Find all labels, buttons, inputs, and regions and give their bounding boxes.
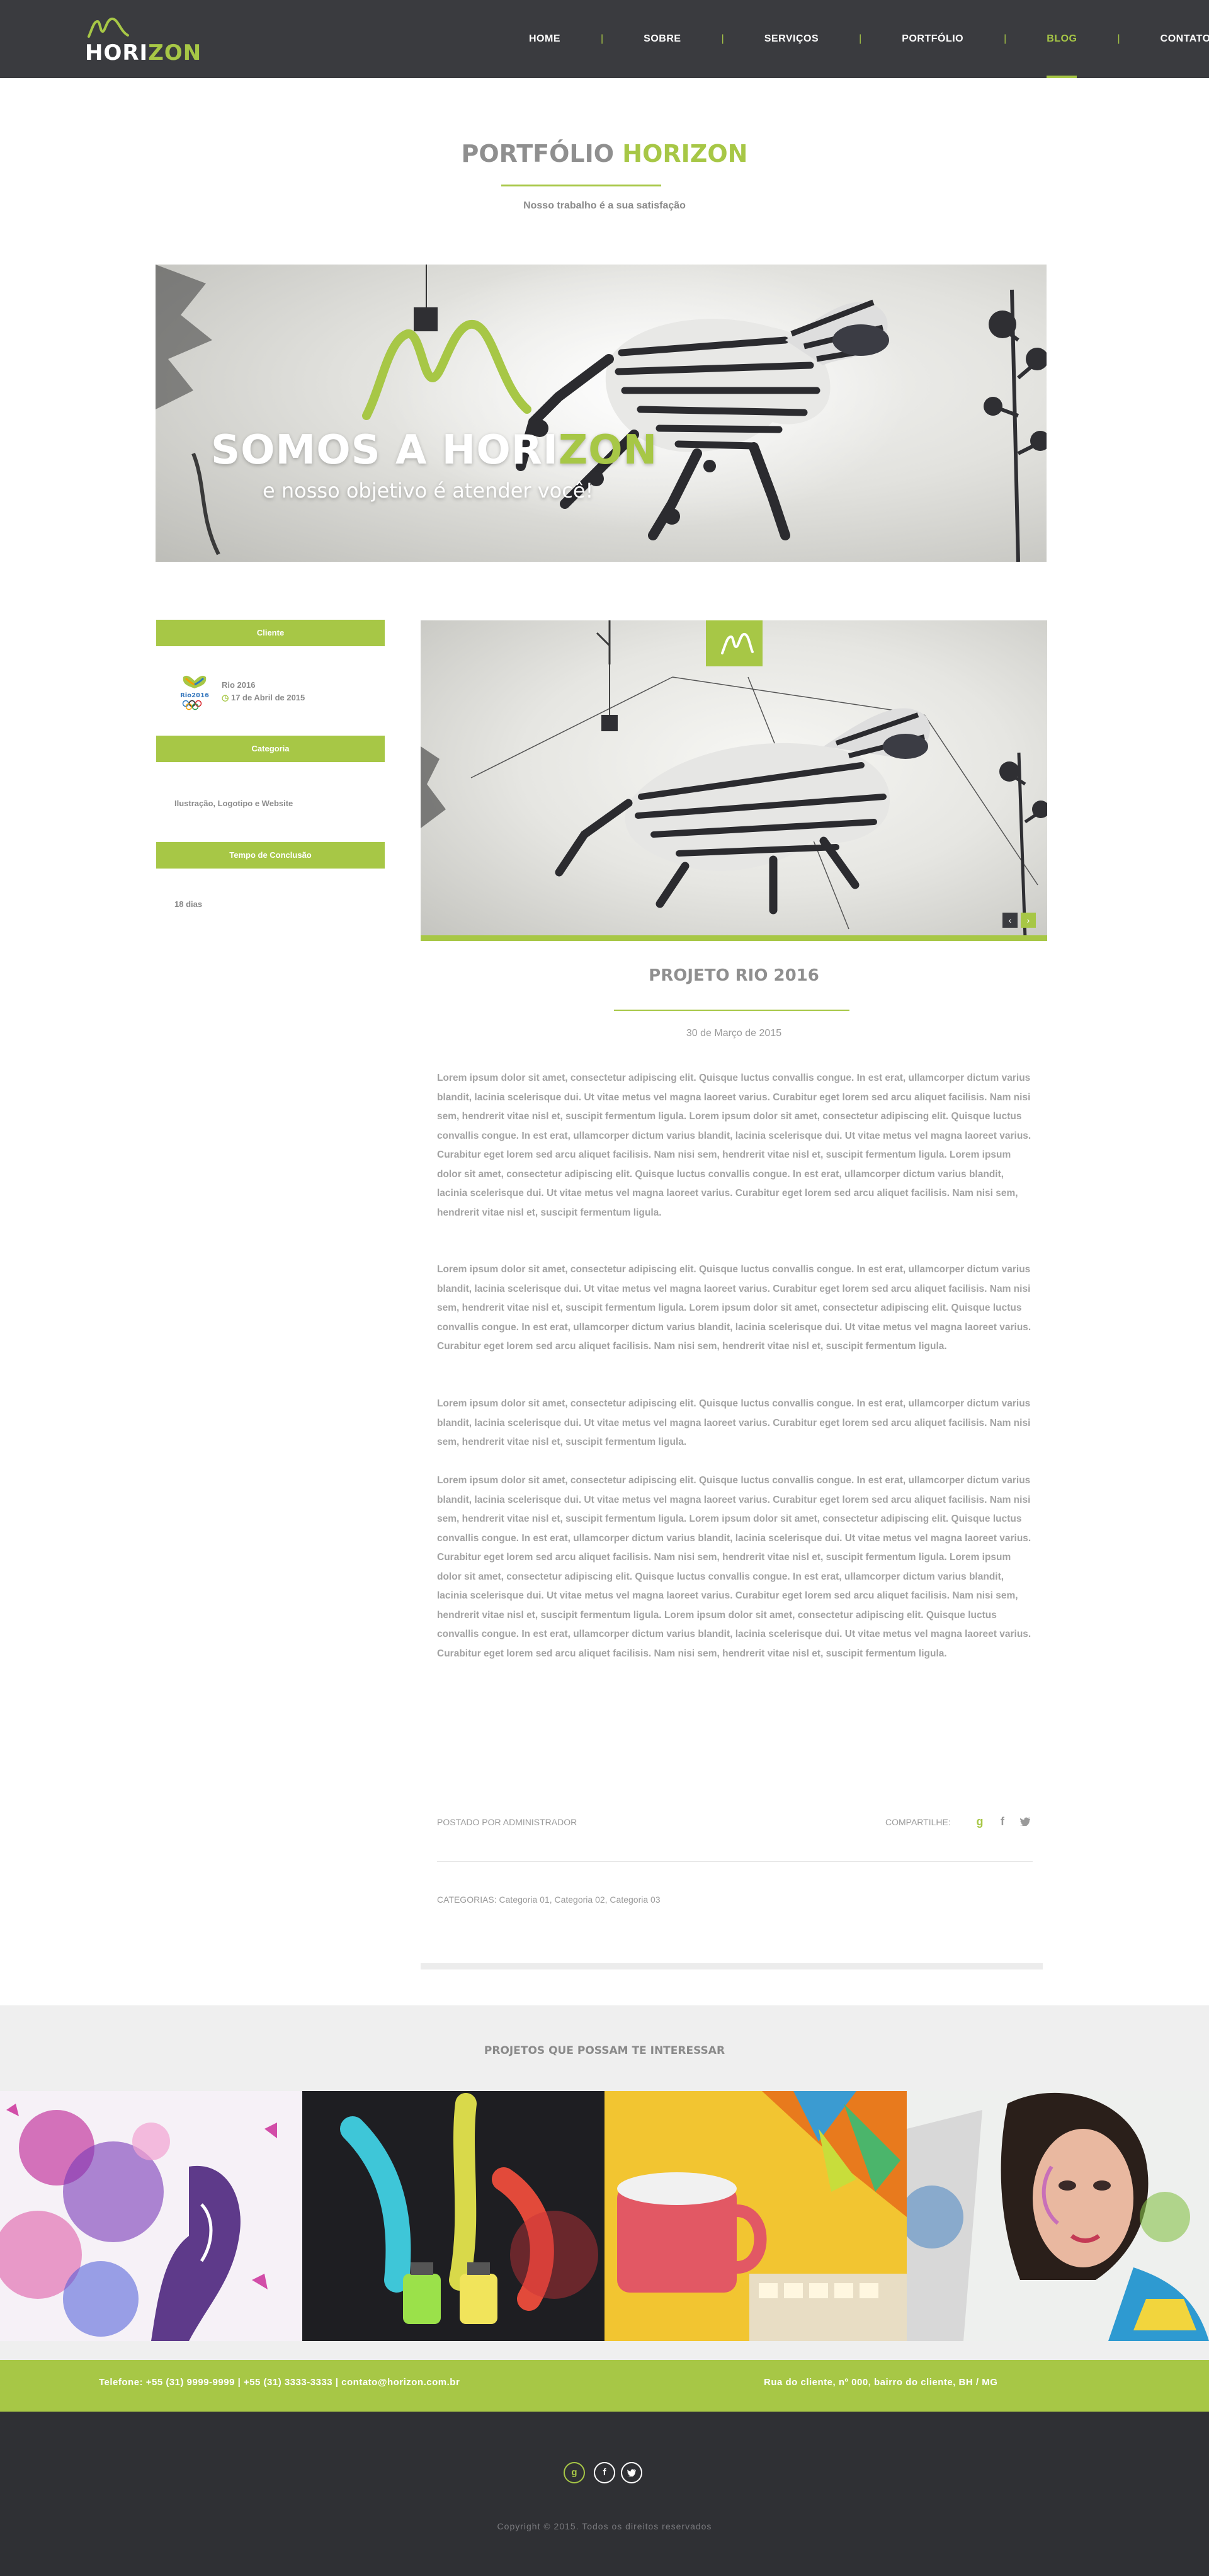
posted-by: POSTADO POR ADMINISTRADOR (437, 1817, 577, 1827)
nav-separator: | (721, 33, 724, 44)
hero-headline-main: SOMOS A HORI (211, 427, 559, 474)
nav-home[interactable]: HOME (516, 0, 573, 78)
woman-portrait-collage-image (907, 2091, 1209, 2341)
title-underline (501, 185, 661, 186)
page-title-accent: HORIZON (622, 140, 748, 168)
contact-info: Telefone: +55 (31) 9999-9999 | +55 (31) … (99, 2377, 460, 2388)
site-logo[interactable]: HORIZON (85, 16, 201, 67)
hero-tagline: e nosso objetivo é atender você! (263, 479, 594, 503)
site-header: HORIZON HOME | SOBRE | SERVIÇOS | PORTFÓ… (0, 0, 1209, 78)
content-end-bar (421, 1963, 1043, 1969)
chevron-left-icon: ‹ (1008, 915, 1012, 925)
address-info: Rua do cliente, nº 000, bairro do client… (764, 2377, 998, 2388)
logo-text-suffix: ZON (148, 40, 202, 66)
related-project-tile[interactable] (907, 2091, 1209, 2341)
clock-icon: ◷ (222, 693, 229, 702)
rio-2016-logo: Rio2016 (180, 675, 209, 710)
nav-separator: | (1004, 33, 1007, 44)
paint-splash-bottles-image (302, 2091, 604, 2341)
chevron-right-icon: › (1026, 915, 1030, 925)
google-plus-icon[interactable]: g (564, 2462, 585, 2483)
project-paragraph: Lorem ipsum dolor sit amet, consectetur … (437, 1264, 1031, 1352)
nav-separator: | (859, 33, 862, 44)
facebook-icon[interactable]: f (996, 1814, 1009, 1829)
project-title: PROJETO RIO 2016 (649, 966, 819, 985)
related-projects-title: PROJETOS QUE POSSAM TE INTERESSAR (484, 2044, 725, 2057)
completion-time-heading: Tempo de Conclusão (156, 842, 385, 869)
related-project-tile[interactable] (604, 2091, 907, 2341)
client-date: 17 de Abril de 2015 (230, 693, 305, 702)
page-title: PORTFÓLIO HORIZON (0, 140, 1209, 168)
nav-contato[interactable]: CONTATO (1148, 0, 1209, 78)
hero-banner: SOMOS A HORIZON e nosso objetivo é atend… (156, 265, 1047, 562)
completion-time-text: 18 dias (174, 899, 203, 909)
logo-text-i: I (139, 40, 149, 66)
project-image-slider[interactable] (421, 620, 1047, 938)
slider-bottom-bar (421, 935, 1047, 941)
nav-portfolio[interactable]: PORTFÓLIO (889, 0, 976, 78)
hero-headline-accent: ZON (558, 427, 658, 474)
project-title-underline (614, 1010, 849, 1011)
project-paragraph: Lorem ipsum dolor sit amet, consectetur … (437, 1475, 1031, 1659)
categories[interactable]: CATEGORIAS: Categoria 01, Categoria 02, … (437, 1895, 661, 1905)
facebook-icon[interactable]: f (594, 2462, 615, 2483)
google-plus-icon[interactable]: g (973, 1814, 987, 1829)
project-paragraph: Lorem ipsum dolor sit amet, consectetur … (437, 1073, 1031, 1218)
client-name: Rio 2016 (222, 680, 256, 690)
related-project-tile[interactable] (0, 2091, 302, 2341)
main-nav: HOME | SOBRE | SERVIÇOS | PORTFÓLIO | BL… (516, 0, 1209, 78)
site-footer (0, 2412, 1209, 2576)
project-paragraph: Lorem ipsum dolor sit amet, consectetur … (437, 1398, 1031, 1447)
page-title-main: PORTFÓLIO (461, 140, 615, 168)
slider-artwork (421, 620, 1047, 938)
logo-mountain-icon (721, 633, 754, 654)
slider-prev-button[interactable]: ‹ (1002, 913, 1018, 928)
client-heading: Cliente (156, 620, 385, 646)
twitter-icon[interactable] (621, 2462, 642, 2483)
logo-wordmark: HORIZON (85, 40, 202, 66)
svg-text:Rio2016: Rio2016 (180, 692, 209, 699)
nav-servicos[interactable]: SERVIÇOS (752, 0, 831, 78)
category-heading: Categoria (156, 736, 385, 762)
slider-logo-badge (706, 620, 763, 666)
hero-headline: SOMOS A HORIZON (211, 427, 657, 474)
copyright: Copyright © 2015. Todos os direitos rese… (497, 2521, 712, 2531)
coffee-mug-keyboard-image (604, 2091, 907, 2341)
slider-next-button[interactable]: › (1021, 913, 1036, 928)
project-date: 30 de Março de 2015 (686, 1028, 782, 1039)
page-subtitle: Nosso trabalho é a sua satisfação (523, 200, 686, 211)
nav-separator: | (601, 33, 604, 44)
twitter-icon[interactable] (1018, 1814, 1032, 1829)
client-date-row: ◷ 17 de Abril de 2015 (222, 693, 305, 703)
nav-blog[interactable]: BLOG (1034, 0, 1089, 78)
butterfly-portrait-image (0, 2091, 302, 2341)
nav-sobre[interactable]: SOBRE (631, 0, 693, 78)
hero-artwork (156, 265, 1047, 562)
nav-separator: | (1117, 33, 1120, 44)
content-divider (437, 1861, 1033, 1862)
related-project-tile[interactable] (302, 2091, 604, 2341)
logo-text-prefix: HOR (85, 40, 140, 66)
logo-mountain-icon (88, 18, 129, 38)
category-text: Ilustração, Logotipo e Website (174, 799, 293, 808)
share-label: COMPARTILHE: (885, 1817, 951, 1827)
